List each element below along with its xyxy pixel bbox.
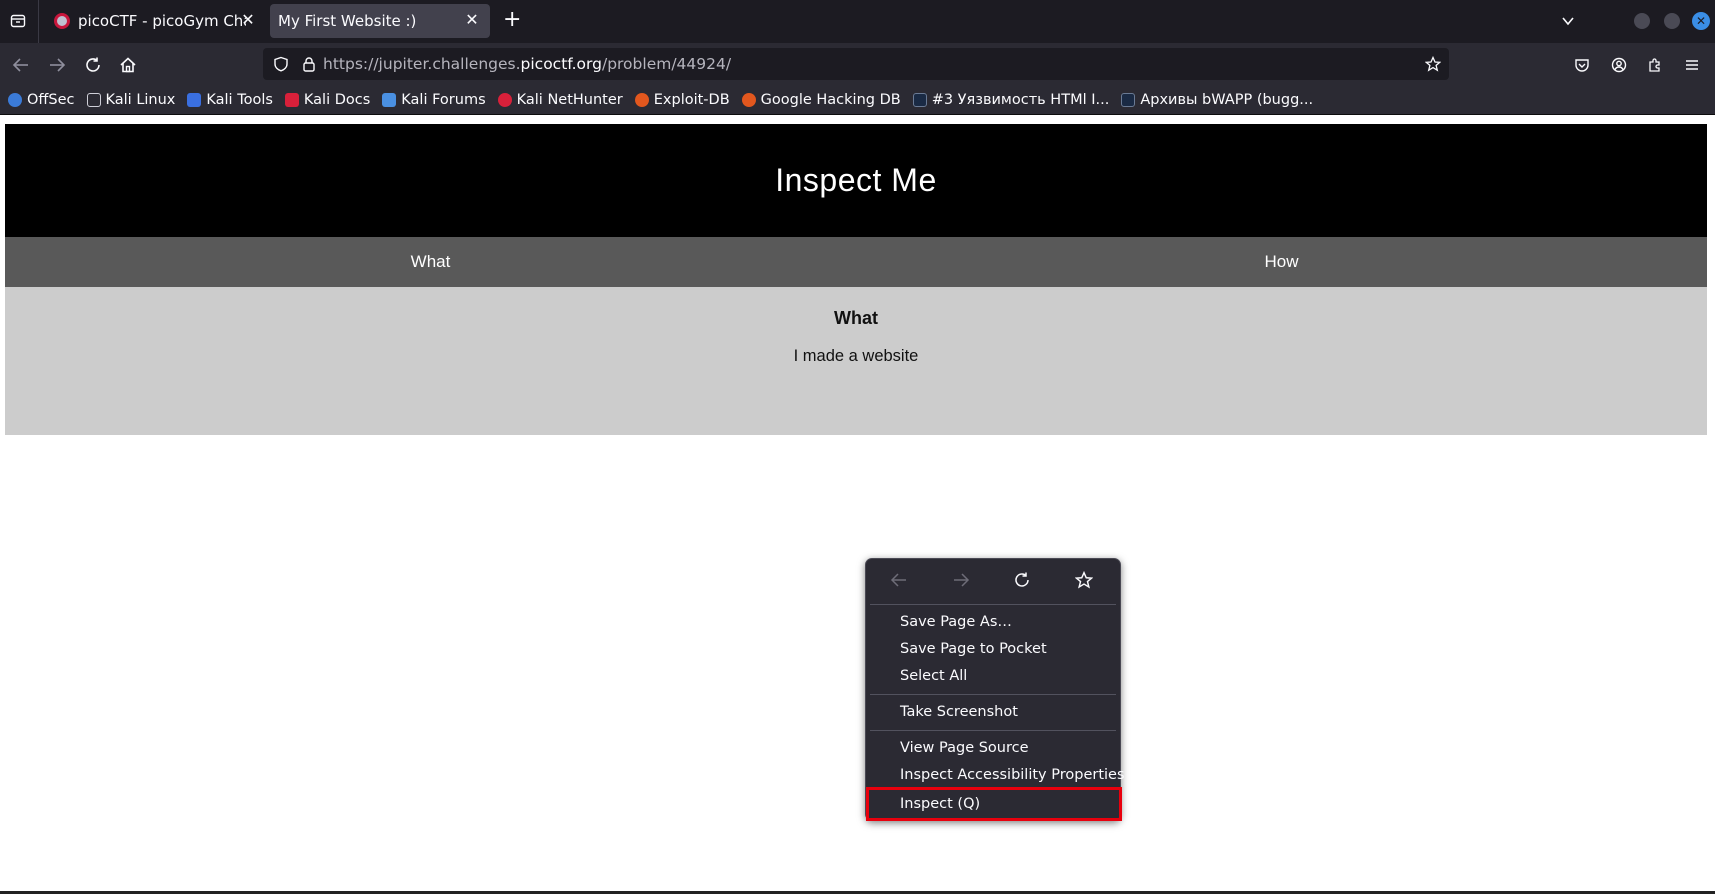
bookmark-exploit-db[interactable]: Exploit-DB: [634, 92, 730, 108]
content-heading: What: [834, 308, 878, 328]
bookmark-label: Kali Linux: [105, 92, 176, 108]
url-prefix: https://jupiter.challenges.: [323, 55, 521, 73]
url-text[interactable]: https://jupiter.challenges.picoctf.org/p…: [323, 55, 731, 73]
menu-separator: [870, 604, 1116, 605]
content-text: I made a website: [793, 347, 919, 365]
url-path: /problem/44924/: [601, 55, 732, 73]
forward-icon[interactable]: [48, 56, 66, 78]
page-title: Inspect Me: [775, 162, 937, 198]
account-icon[interactable]: [1611, 57, 1627, 77]
bookmark-label: Kali Docs: [303, 92, 371, 108]
back-icon[interactable]: [12, 56, 30, 78]
tab-overview-icon[interactable]: [10, 13, 26, 33]
menu-item-take-screenshot[interactable]: Take Screenshot: [870, 699, 1116, 725]
bookmark-label: OffSec: [27, 92, 75, 108]
context-menu: Save Page As… Save Page to Pocket Select…: [865, 558, 1125, 821]
minimize-window-button[interactable]: [1634, 13, 1650, 29]
bookmark-star-icon[interactable]: [1425, 56, 1441, 72]
bookmark-label: Google Hacking DB: [760, 92, 901, 108]
chevron-down-icon[interactable]: [1560, 13, 1576, 33]
menu-separator: [870, 730, 1116, 731]
menu-item-inspect-accessibility[interactable]: Inspect Accessibility Properties: [870, 762, 1125, 788]
site-favicon-icon: [1121, 93, 1136, 107]
bookmark-label: Kali Tools: [206, 92, 273, 108]
maximize-window-button[interactable]: [1664, 13, 1680, 29]
close-tab-icon[interactable]: ✕: [240, 12, 256, 28]
shield-icon[interactable]: [273, 56, 289, 72]
url-host: picoctf.org: [520, 55, 602, 73]
bookmark-label: Kali NetHunter: [516, 92, 623, 108]
close-window-button[interactable]: ✕: [1692, 12, 1710, 30]
bookmark-kali-docs[interactable]: Kali Docs: [284, 92, 371, 108]
extensions-icon[interactable]: [1647, 57, 1663, 77]
bookmark-label: Архивы bWAPP (bugg...: [1140, 92, 1314, 108]
site-tab-what[interactable]: What: [5, 237, 856, 287]
context-reload-icon[interactable]: [1013, 571, 1033, 591]
lock-icon[interactable]: [301, 56, 317, 72]
offsec-icon: [8, 93, 22, 107]
context-forward-icon[interactable]: [952, 571, 972, 591]
site-header: Inspect Me: [5, 124, 1707, 237]
exploit-db-icon: [634, 93, 649, 107]
bookmark-label: Exploit-DB: [653, 92, 730, 108]
context-menu-navigation: [866, 559, 1122, 604]
google-hacking-db-icon: [741, 93, 756, 107]
menu-separator: [870, 694, 1116, 695]
bookmark-label: Kali Forums: [401, 92, 486, 108]
address-bar[interactable]: https://jupiter.challenges.picoctf.org/p…: [263, 48, 1449, 80]
navigation-toolbar: https://jupiter.challenges.picoctf.org/p…: [0, 43, 1715, 86]
menu-item-save-page-as[interactable]: Save Page As…: [870, 609, 1116, 635]
home-icon[interactable]: [119, 56, 137, 78]
bookmark-kali-nethunter[interactable]: Kali NetHunter: [497, 92, 623, 108]
site-favicon-icon: [912, 93, 927, 107]
bookmark-kali-linux[interactable]: Kali Linux: [86, 92, 176, 108]
tab-title: picoCTF - picoGym Challe: [78, 12, 246, 30]
bookmark-kali-forums[interactable]: Kali Forums: [382, 92, 486, 108]
new-tab-button[interactable]: +: [503, 7, 521, 32]
tab-title: My First Website :): [278, 12, 417, 30]
bookmark-bwapp[interactable]: Архивы bWAPP (bugg...: [1121, 92, 1313, 108]
context-bookmark-star-icon[interactable]: [1074, 570, 1095, 591]
picoctf-favicon-icon: [54, 13, 70, 29]
page-viewport: Inspect Me What How What I made a websit…: [0, 116, 1715, 894]
bookmark-offsec[interactable]: OffSec: [8, 92, 75, 108]
menu-icon[interactable]: [1684, 57, 1700, 77]
menu-item-inspect[interactable]: Inspect (Q): [866, 787, 1122, 821]
site-tab-bar: What How: [5, 237, 1707, 287]
bookmark-label: #3 Уязвимость HTMl I...: [931, 92, 1110, 108]
menu-item-select-all[interactable]: Select All: [870, 663, 1116, 689]
bookmark-kali-tools[interactable]: Kali Tools: [187, 92, 273, 108]
tab-picoctf[interactable]: picoCTF - picoGym Challe ✕: [44, 4, 266, 38]
kali-forums-icon: [382, 93, 397, 107]
menu-item-view-page-source[interactable]: View Page Source: [870, 735, 1116, 761]
kali-docs-icon: [284, 93, 299, 107]
site-content-panel: What I made a website: [5, 287, 1707, 435]
bookmark-google-hacking-db[interactable]: Google Hacking DB: [741, 92, 901, 108]
menu-item-save-to-pocket[interactable]: Save Page to Pocket: [870, 636, 1116, 662]
close-tab-icon[interactable]: ✕: [464, 12, 480, 28]
context-back-icon[interactable]: [890, 571, 910, 591]
kali-tools-icon: [187, 93, 202, 107]
pocket-icon[interactable]: [1574, 57, 1590, 77]
kali-dragon-icon: [86, 93, 101, 107]
tab-bar: picoCTF - picoGym Challe ✕ My First Webs…: [0, 0, 1715, 43]
kali-nethunter-icon: [497, 93, 512, 107]
bookmark-html-injection[interactable]: #3 Уязвимость HTMl I...: [912, 92, 1110, 108]
reload-icon[interactable]: [84, 56, 102, 78]
site-tab-how[interactable]: How: [856, 237, 1707, 287]
tab-my-first-website[interactable]: My First Website :) ✕: [270, 4, 490, 38]
bookmarks-toolbar: OffSec Kali Linux Kali Tools Kali Docs K…: [0, 86, 1715, 115]
